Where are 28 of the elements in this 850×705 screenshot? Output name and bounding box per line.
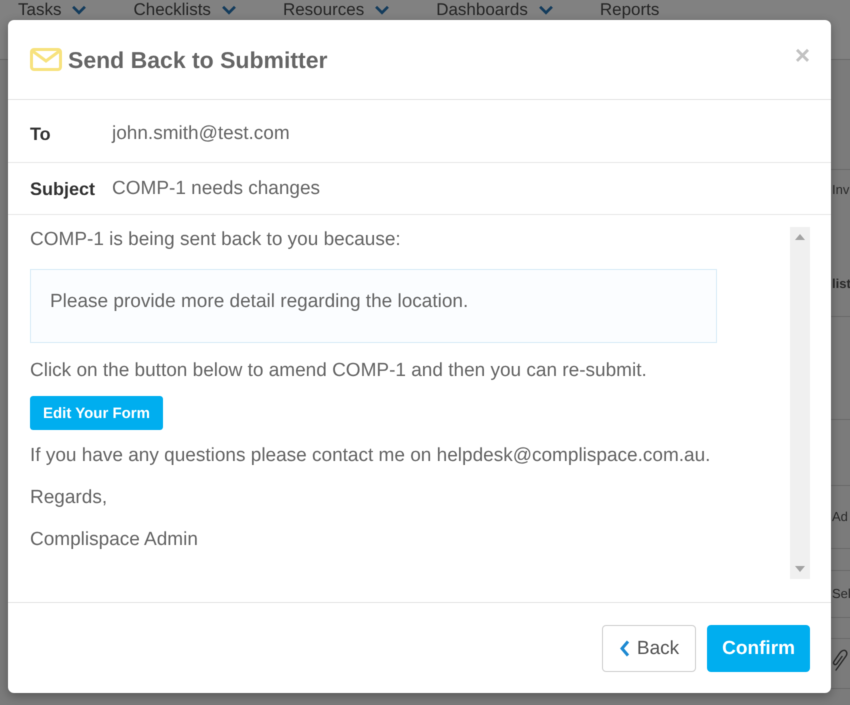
nav-menu-item[interactable]: Dashboards (436, 1, 554, 19)
reason-quote: Please provide more detail regarding the location. (30, 269, 717, 343)
paperclip-icon (832, 648, 848, 672)
table-text: Inv (832, 181, 850, 199)
up-arrow-icon[interactable] (795, 234, 805, 240)
edit-form-button[interactable]: Edit Your Form (30, 396, 163, 430)
message-paragraph: Click on the button below to amend COMP-1 and then you can re-submit. (30, 359, 647, 383)
scrollbar[interactable] (790, 227, 810, 579)
envelope-icon (30, 48, 62, 71)
message-paragraph: Regards, (30, 486, 108, 510)
field-value: COMP-1 needs changes (112, 176, 320, 200)
field-value: john.smith@test.com (112, 122, 290, 146)
field-label: To (30, 123, 52, 146)
message-paragraph: If you have any questions please contact me on helpdesk@complispace.com.au. (30, 444, 710, 468)
chevron-left-icon (620, 640, 630, 657)
field-label: Subject (30, 178, 96, 200)
nav-menu-item[interactable]: Resources (282, 1, 390, 19)
message-paragraph: Complispace Admin (30, 528, 198, 552)
dialog-title: Send Back to Submitter (68, 46, 328, 74)
table-text: Ad (832, 508, 848, 526)
confirm-button[interactable]: Confirm (707, 625, 810, 672)
back-button[interactable]: Back (602, 625, 696, 672)
nav-menu-item[interactable]: Checklists (133, 1, 237, 19)
table-text: Sel (832, 585, 850, 603)
nav-menu-item[interactable]: Reports (600, 1, 660, 19)
down-arrow-icon[interactable] (795, 566, 805, 572)
message-paragraph: COMP-1 is being sent back to you because: (30, 228, 401, 252)
nav-menu-item[interactable]: Tasks (18, 1, 88, 19)
